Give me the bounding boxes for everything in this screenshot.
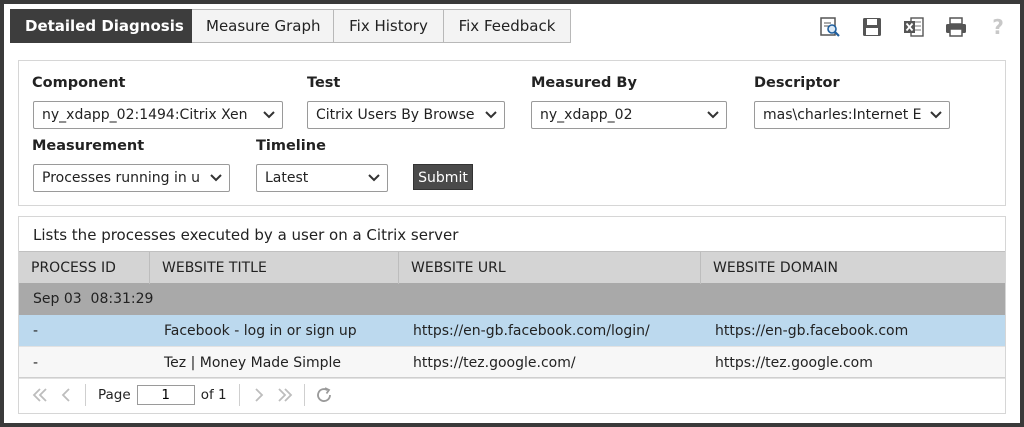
previous-page-icon[interactable] [53,382,79,408]
cell-website-domain: https://tez.google.com [715,355,873,371]
descriptor-value: mas\charles:Internet E [763,107,922,123]
tab-fix-feedback[interactable]: Fix Feedback [444,9,571,43]
next-page-icon[interactable] [246,382,272,408]
pager-divider [303,383,305,406]
table-header: PROCESS ID WEBSITE TITLE WEBSITE URL WEB… [19,251,1005,284]
refresh-icon[interactable] [311,382,337,408]
measured-by-value: ny_xdapp_02 [540,107,633,123]
chevron-down-icon [368,174,380,182]
tab-bar: Detailed Diagnosis Measure Graph Fix His… [10,9,571,45]
pager-divider [238,383,240,406]
page-label: Page [98,386,131,403]
cell-website-title: Facebook - log in or sign up [164,323,357,339]
descriptor-label: Descriptor [754,75,840,91]
tab-measure-graph[interactable]: Measure Graph [192,9,334,43]
measured-by-label: Measured By [531,75,637,91]
page-count-label: of 1 [200,386,227,403]
table-row[interactable]: - Facebook - log in or sign up https://e… [19,315,1005,347]
pager-divider [85,383,86,406]
chevron-down-icon [210,174,222,182]
table-row[interactable]: - Tez | Money Made Simple https://tez.go… [19,347,1005,379]
column-header-website-title[interactable]: WEBSITE TITLE [150,252,399,284]
test-label: Test [307,75,341,91]
results-panel: Lists the processes executed by a user o… [18,216,1006,414]
test-value: Citrix Users By Browse [316,107,475,123]
search-report-icon[interactable] [816,13,844,41]
chevron-down-icon [485,111,497,119]
component-label: Component [32,75,126,91]
descriptor-select[interactable]: mas\charles:Internet E [754,101,950,129]
timeline-label: Timeline [256,138,326,154]
measurement-select[interactable]: Processes running in u [33,164,230,192]
save-icon[interactable] [858,13,886,41]
measurement-label: Measurement [32,138,145,154]
column-header-website-url[interactable]: WEBSITE URL [399,252,701,284]
column-header-process-id[interactable]: PROCESS ID [19,252,150,284]
filter-panel: Component ny_xdapp_02:1494:Citrix Xen Te… [18,60,1006,206]
excel-export-icon[interactable] [900,13,928,41]
timeline-value: Latest [265,170,309,186]
cell-website-title: Tez | Money Made Simple [164,355,342,371]
cell-website-domain: https://en-gb.facebook.com [715,323,909,339]
column-header-website-domain[interactable]: WEBSITE DOMAIN [701,252,1005,284]
first-page-icon[interactable] [27,382,53,408]
submit-button[interactable]: Submit [413,164,473,190]
cell-website-url: https://en-gb.facebook.com/login/ [413,323,650,339]
component-value: ny_xdapp_02:1494:Citrix Xen [42,107,248,123]
tab-detailed-diagnosis[interactable]: Detailed Diagnosis [10,9,192,43]
chevron-down-icon [263,111,275,119]
cell-website-url: https://tez.google.com/ [413,355,576,371]
toolbar: ? [802,13,1012,41]
print-icon[interactable] [942,13,970,41]
help-symbol: ? [992,15,1004,39]
tab-fix-history[interactable]: Fix History [334,9,444,43]
last-page-icon[interactable] [272,382,298,408]
results-table: PROCESS ID WEBSITE TITLE WEBSITE URL WEB… [19,251,1005,379]
page-number-input[interactable] [136,384,195,405]
component-select[interactable]: ny_xdapp_02:1494:Citrix Xen [33,101,283,129]
group-row-timestamp: Sep 03 08:31:29 [19,283,1005,315]
cell-process-id: - [33,323,39,339]
chevron-down-icon [707,111,719,119]
timeline-select[interactable]: Latest [256,164,388,192]
help-icon[interactable]: ? [984,13,1012,41]
results-caption: Lists the processes executed by a user o… [33,226,459,244]
cell-process-id: - [33,355,39,371]
diagnosis-window: Detailed Diagnosis Measure Graph Fix His… [4,4,1020,423]
test-select[interactable]: Citrix Users By Browse [307,101,505,129]
measured-by-select[interactable]: ny_xdapp_02 [531,101,727,129]
chevron-down-icon [930,111,942,119]
pagination-bar: Page of 1 [19,377,1005,411]
measurement-value: Processes running in u [42,170,201,186]
